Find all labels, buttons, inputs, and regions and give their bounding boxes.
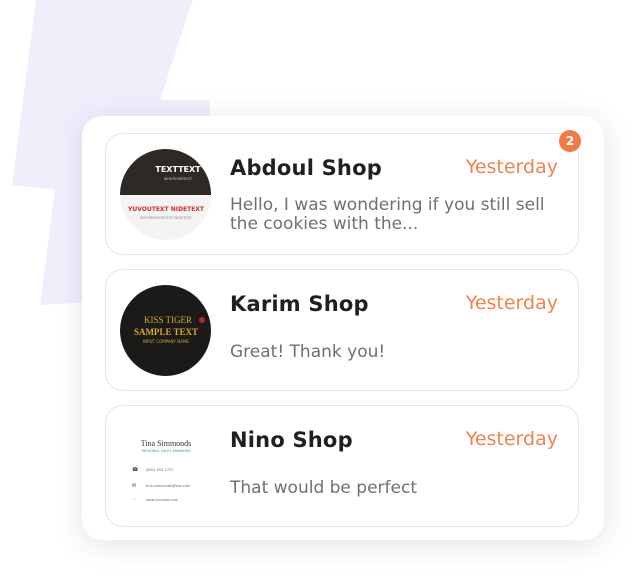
conversation-preview: Great! Thank you! xyxy=(230,342,386,362)
conversation-time: Yesterday xyxy=(465,292,558,314)
avatar: Tina Simmonds REGIONAL SALES MANAGER ☎ (… xyxy=(120,421,211,512)
svg-text:KISS TIGER: KISS TIGER xyxy=(144,315,192,325)
svg-text:INFORMATIONTEXT NIDETEXT: INFORMATIONTEXT NIDETEXT xyxy=(140,216,193,220)
business-card-avatar-image: Tina Simmonds REGIONAL SALES MANAGER ☎ (… xyxy=(120,421,211,512)
svg-text:www.yoursite.com: www.yoursite.com xyxy=(146,498,179,502)
avatar: TEXTTEXT WHATEVERTEXT YUVOUTEXT NIDETEXT… xyxy=(120,149,211,240)
conversation-time: Yesterday xyxy=(465,156,558,178)
conversation-name: Nino Shop xyxy=(230,428,353,452)
conversation-list-card: TEXTTEXT WHATEVERTEXT YUVOUTEXT NIDETEXT… xyxy=(82,116,604,540)
svg-text:TEXTTEXT: TEXTTEXT xyxy=(155,165,201,174)
svg-text:(801) 452-1771: (801) 452-1771 xyxy=(146,468,173,472)
svg-text:INPUT COMPANY NAME: INPUT COMPANY NAME xyxy=(143,339,189,344)
svg-text:REGIONAL SALES MANAGER: REGIONAL SALES MANAGER xyxy=(141,449,191,453)
conversation-item-abdoul-shop[interactable]: TEXTTEXT WHATEVERTEXT YUVOUTEXT NIDETEXT… xyxy=(105,133,579,255)
conversation-preview: Hello, I was wondering if you still sell… xyxy=(230,195,545,234)
conversation-item-karim-shop[interactable]: KISS TIGER SAMPLE TEXT INPUT COMPANY NAM… xyxy=(105,269,579,391)
conversation-time: Yesterday xyxy=(465,428,558,450)
business-card-avatar-image: TEXTTEXT WHATEVERTEXT YUVOUTEXT NIDETEXT… xyxy=(120,149,211,240)
svg-text:SAMPLE TEXT: SAMPLE TEXT xyxy=(134,327,198,337)
svg-text:YUVOUTEXT NIDETEXT: YUVOUTEXT NIDETEXT xyxy=(127,206,205,213)
conversation-name: Abdoul Shop xyxy=(230,156,382,180)
unread-count-badge: 2 xyxy=(559,130,581,152)
conversation-preview: That would be perfect xyxy=(230,478,417,498)
avatar: KISS TIGER SAMPLE TEXT INPUT COMPANY NAM… xyxy=(120,285,211,376)
business-card-avatar-image: KISS TIGER SAMPLE TEXT INPUT COMPANY NAM… xyxy=(120,285,211,376)
svg-text:WHATEVERTEXT: WHATEVERTEXT xyxy=(164,177,193,181)
conversation-name: Karim Shop xyxy=(230,292,369,316)
conversation-item-nino-shop[interactable]: Tina Simmonds REGIONAL SALES MANAGER ☎ (… xyxy=(105,405,579,527)
svg-text:tina.simmonds@site.com: tina.simmonds@site.com xyxy=(146,484,191,488)
svg-text:☎: ☎ xyxy=(132,467,138,473)
svg-text:⌖: ⌖ xyxy=(132,497,135,503)
svg-text:Tina Simmonds: Tina Simmonds xyxy=(141,439,192,448)
